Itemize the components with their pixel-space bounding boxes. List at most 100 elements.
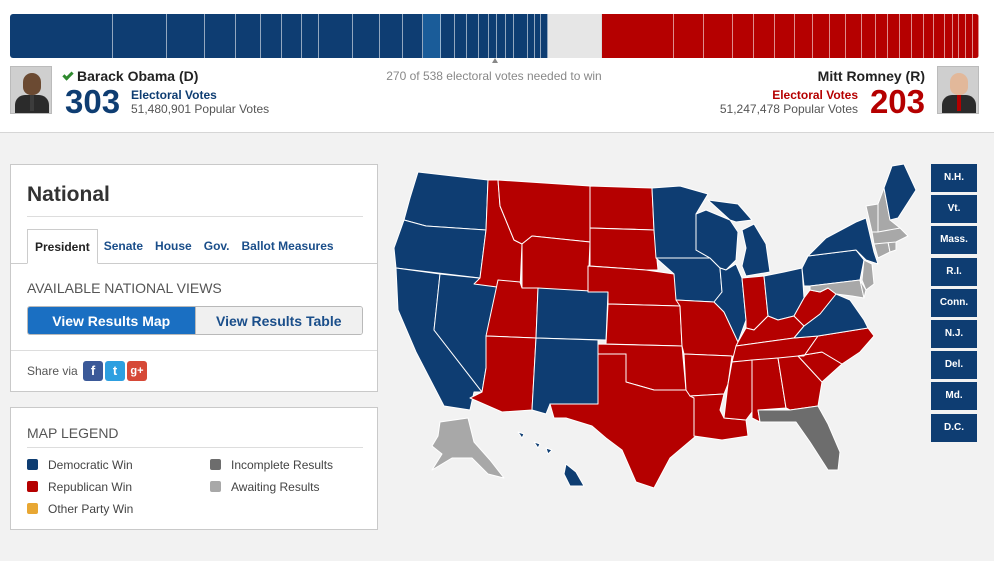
obama-electoral-votes: 303 — [65, 83, 121, 120]
legend-item-other-party: Other Party Win — [27, 502, 133, 516]
legend-item-democratic: Democratic Win — [27, 458, 133, 472]
ev-bar-segment[interactable] — [112, 14, 168, 58]
view-results-map-button[interactable]: View Results Map — [28, 307, 195, 334]
ev-bar-segment[interactable] — [732, 14, 755, 58]
ev-bar-segment[interactable] — [887, 14, 900, 58]
ev-bar-segment[interactable] — [794, 14, 813, 58]
tab-president[interactable]: President — [27, 229, 98, 264]
share-label: Share via — [27, 364, 78, 378]
twitter-icon[interactable]: t — [105, 361, 125, 381]
ev-bar-segment[interactable] — [861, 14, 876, 58]
legend-swatch — [210, 459, 221, 470]
ev-bar-segment[interactable] — [812, 14, 831, 58]
state-nm[interactable] — [531, 337, 599, 415]
state-ak[interactable] — [431, 417, 505, 479]
ev-bar-segment[interactable] — [673, 14, 705, 58]
divider — [11, 350, 377, 351]
state-co[interactable] — [535, 287, 609, 341]
ev-bar-segment[interactable] — [875, 14, 888, 58]
small-state-vt[interactable]: Vt. — [931, 195, 977, 224]
ev-bar-segment[interactable] — [282, 14, 302, 58]
state-ar[interactable] — [683, 353, 733, 397]
ev-bar-segment[interactable] — [934, 14, 945, 58]
state-fl[interactable] — [757, 405, 841, 471]
ev-bar-segment[interactable] — [454, 14, 467, 58]
ev-bar-segment[interactable] — [547, 14, 603, 58]
view-results-table-button[interactable]: View Results Table — [194, 307, 362, 334]
obama-name: Barack Obama (D) — [77, 68, 199, 84]
ev-bar-segment[interactable] — [830, 14, 846, 58]
ev-bar-segment[interactable] — [602, 14, 674, 58]
small-state-ri[interactable]: R.I. — [931, 257, 977, 286]
tab-house[interactable]: House — [149, 229, 198, 264]
small-state-ma[interactable]: Mass. — [931, 226, 977, 255]
ev-bar-segment[interactable] — [488, 14, 498, 58]
obama-photo — [10, 66, 52, 114]
ev-bar-segment[interactable] — [167, 14, 206, 58]
ev-bar-segment[interactable] — [353, 14, 381, 58]
ev-bar-segment[interactable] — [301, 14, 320, 58]
ev-bar-segment[interactable] — [10, 14, 113, 58]
google-plus-icon[interactable]: g+ — [127, 361, 147, 381]
ev-bar-segment[interactable] — [497, 14, 506, 58]
ev-bar-segment[interactable] — [235, 14, 261, 58]
romney-ev-label: Electoral Votes — [772, 88, 858, 102]
check-icon — [62, 69, 74, 81]
ev-bar-segment[interactable] — [422, 14, 441, 58]
state-ks[interactable] — [605, 303, 683, 347]
state-ri[interactable] — [887, 241, 897, 253]
views-title: AVAILABLE NATIONAL VIEWS — [27, 280, 222, 296]
small-state-de[interactable]: Del. — [931, 351, 977, 380]
ev-bar-segment[interactable] — [899, 14, 912, 58]
ev-bar-segment[interactable] — [478, 14, 489, 58]
race-tabs: President Senate House Gov. Ballot Measu… — [27, 229, 340, 264]
divider — [27, 216, 363, 217]
state-nd[interactable] — [589, 185, 655, 231]
romney-photo — [937, 66, 979, 114]
legend-swatch — [27, 503, 38, 514]
win-threshold-marker — [492, 58, 498, 63]
ev-bar-segment[interactable] — [924, 14, 935, 58]
small-state-ct[interactable]: Conn. — [931, 288, 977, 317]
romney-name: Mitt Romney (R) — [817, 68, 925, 84]
ev-bar-segment[interactable] — [440, 14, 455, 58]
facebook-icon[interactable]: f — [83, 361, 103, 381]
romney-electoral-votes: 203 — [869, 83, 925, 120]
ev-bar-segment[interactable] — [845, 14, 862, 58]
view-toggle: View Results Map View Results Table — [27, 306, 363, 335]
state-sd[interactable] — [589, 227, 659, 271]
ev-bar-segment[interactable] — [466, 14, 479, 58]
ev-bar-segment[interactable] — [319, 14, 354, 58]
small-state-nj[interactable]: N.J. — [931, 319, 977, 348]
ev-bar-segment[interactable] — [944, 14, 953, 58]
ev-bar-segment[interactable] — [911, 14, 925, 58]
romney-popular-votes: 51,247,478 Popular Votes — [719, 102, 858, 116]
small-state-dc[interactable]: D.C. — [931, 413, 977, 442]
ev-bar-segment[interactable] — [205, 14, 236, 58]
small-state-nh[interactable]: N.H. — [931, 164, 977, 192]
ev-bar-segment[interactable] — [754, 14, 776, 58]
ev-bar-segment[interactable] — [505, 14, 515, 58]
state-me[interactable] — [883, 163, 917, 221]
legend-item-incomplete: Incomplete Results — [210, 458, 333, 472]
obama-popular-votes: 51,480,901 Popular Votes — [131, 102, 270, 116]
state-wy[interactable] — [521, 235, 591, 293]
state-hi[interactable] — [517, 431, 585, 487]
tab-senate[interactable]: Senate — [98, 229, 149, 264]
ev-bar-segment[interactable] — [260, 14, 283, 58]
ev-bar-segment[interactable] — [403, 14, 423, 58]
ev-bar-segment[interactable] — [514, 14, 529, 58]
small-state-md[interactable]: Md. — [931, 382, 977, 411]
state-ct[interactable] — [873, 241, 891, 259]
us-results-map[interactable] — [390, 160, 930, 490]
state-mt[interactable] — [497, 179, 591, 245]
romney-summary: Mitt Romney (R) Electoral Votes 51,247,4… — [664, 66, 982, 118]
ev-bar-segment[interactable] — [775, 14, 795, 58]
ev-bar-segment[interactable] — [380, 14, 404, 58]
tab-ballot-measures[interactable]: Ballot Measures — [236, 229, 340, 264]
ev-bar-segment[interactable] — [972, 14, 979, 58]
ev-bar-segment[interactable] — [704, 14, 733, 58]
state-wa[interactable] — [403, 171, 489, 231]
electoral-vote-bar[interactable] — [10, 14, 979, 58]
tab-gov[interactable]: Gov. — [198, 229, 236, 264]
